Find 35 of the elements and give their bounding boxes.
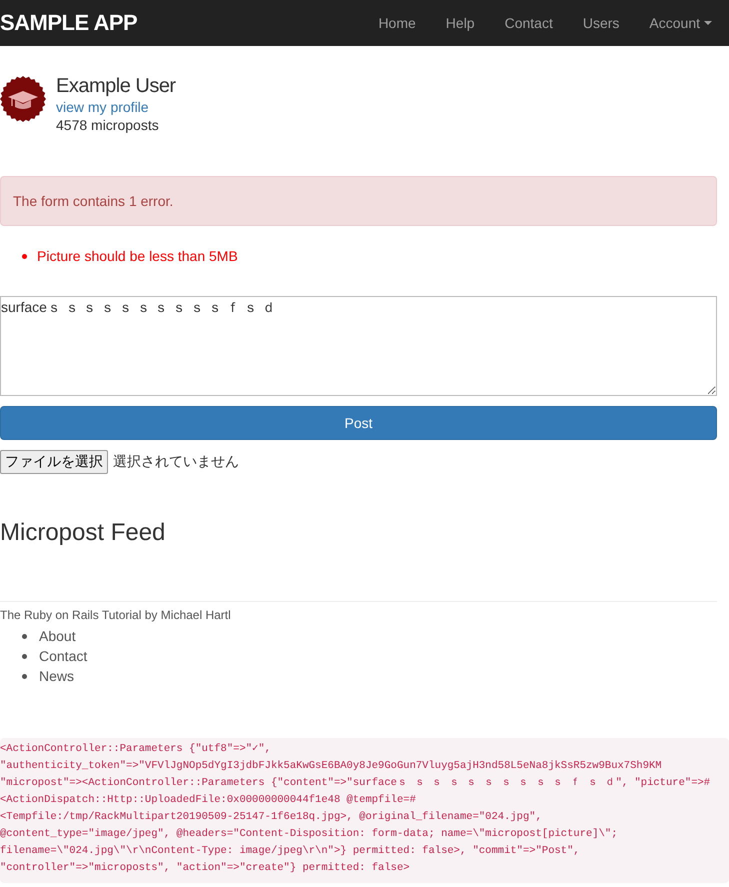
post-button[interactable]: Post xyxy=(0,406,717,440)
file-select-button[interactable]: ファイルを選択 xyxy=(0,450,108,474)
debug-line: <Tempfile:/tmp/RackMultipart20190509-25147-1f6e18q.jpg>, @original_filename="024.jpg", xyxy=(0,810,543,825)
nav-link[interactable]: Home xyxy=(363,15,431,31)
footer-link[interactable]: News xyxy=(39,666,74,686)
author-link[interactable]: Michael Hartl xyxy=(160,608,231,622)
debug-line: <ActionDispatch::Http::UploadedFile:0x00000000044f1e48 @tempfile=# xyxy=(0,793,417,808)
nav-link[interactable]: Account xyxy=(634,15,727,31)
nav-link[interactable]: Contact xyxy=(490,15,568,31)
footer-credit: The Ruby on Rails Tutorial by Michael Hartl xyxy=(0,608,232,622)
footer-link[interactable]: Contact xyxy=(39,646,88,666)
profile-link[interactable]: view my profile xyxy=(56,98,176,116)
bullet-icon xyxy=(22,254,27,258)
micropost-count: 4578 microposts xyxy=(56,116,160,134)
file-status: 選択されていません xyxy=(113,453,239,471)
debug-line: "controller"=>"microposts", "action"=>"create"} permitted: false> xyxy=(0,861,411,876)
error-message: Picture should be less than 5MB xyxy=(37,247,238,266)
bullet-icon xyxy=(22,634,27,638)
nav-link[interactable]: Help xyxy=(430,15,490,31)
debug-line: @content_type="image/jpeg", @headers="Content-Disposition: form-data; name=\"micropost[picture]\"; xyxy=(0,827,619,842)
avatar-icon xyxy=(0,76,46,122)
error-alert: The form contains 1 error. xyxy=(0,176,717,226)
nav-link[interactable]: Users xyxy=(568,15,634,31)
brand-logo[interactable]: SAMPLE APP xyxy=(0,10,138,36)
user-name: Example User xyxy=(56,74,176,98)
footer-link[interactable]: About xyxy=(39,626,76,646)
debug-line: "micropost"=><ActionController::Parameters {"content"=>"surfaceｓ ｓ ｓ ｓ ｓ ｓ ｓ ｓ ｓ ｓ ｆ ｓ ｄ", "picture"=># xyxy=(0,776,712,791)
debug-line: filename=\"024.jpg\"\r\nContent-Type: image/jpeg\r\n">} permitted: false>, "commit"=>"Post", xyxy=(0,844,581,859)
bullet-icon xyxy=(22,674,27,678)
bullet-icon xyxy=(22,654,27,658)
feed-title: Micropost Feed xyxy=(0,519,166,547)
debug-line: <ActionController::Parameters {"utf8"=>"✓", xyxy=(0,742,272,757)
tutorial-link[interactable]: The Ruby on Rails Tutorial xyxy=(0,608,142,622)
micropost-field[interactable]: surfaceｓ ｓ ｓ ｓ ｓ ｓ ｓ ｓ ｓ ｓ ｆ ｓ ｄ xyxy=(0,296,717,396)
debug-line: "authenticity_token"=>"VFVlJgNOp5dYgI3jdbFJkk5aKwGsE6BA0y8Je9GoGun7Vluyg5ajH3nd58L5eNa8jkSsR5zw9Bux7Sh9KM xyxy=(0,759,663,774)
